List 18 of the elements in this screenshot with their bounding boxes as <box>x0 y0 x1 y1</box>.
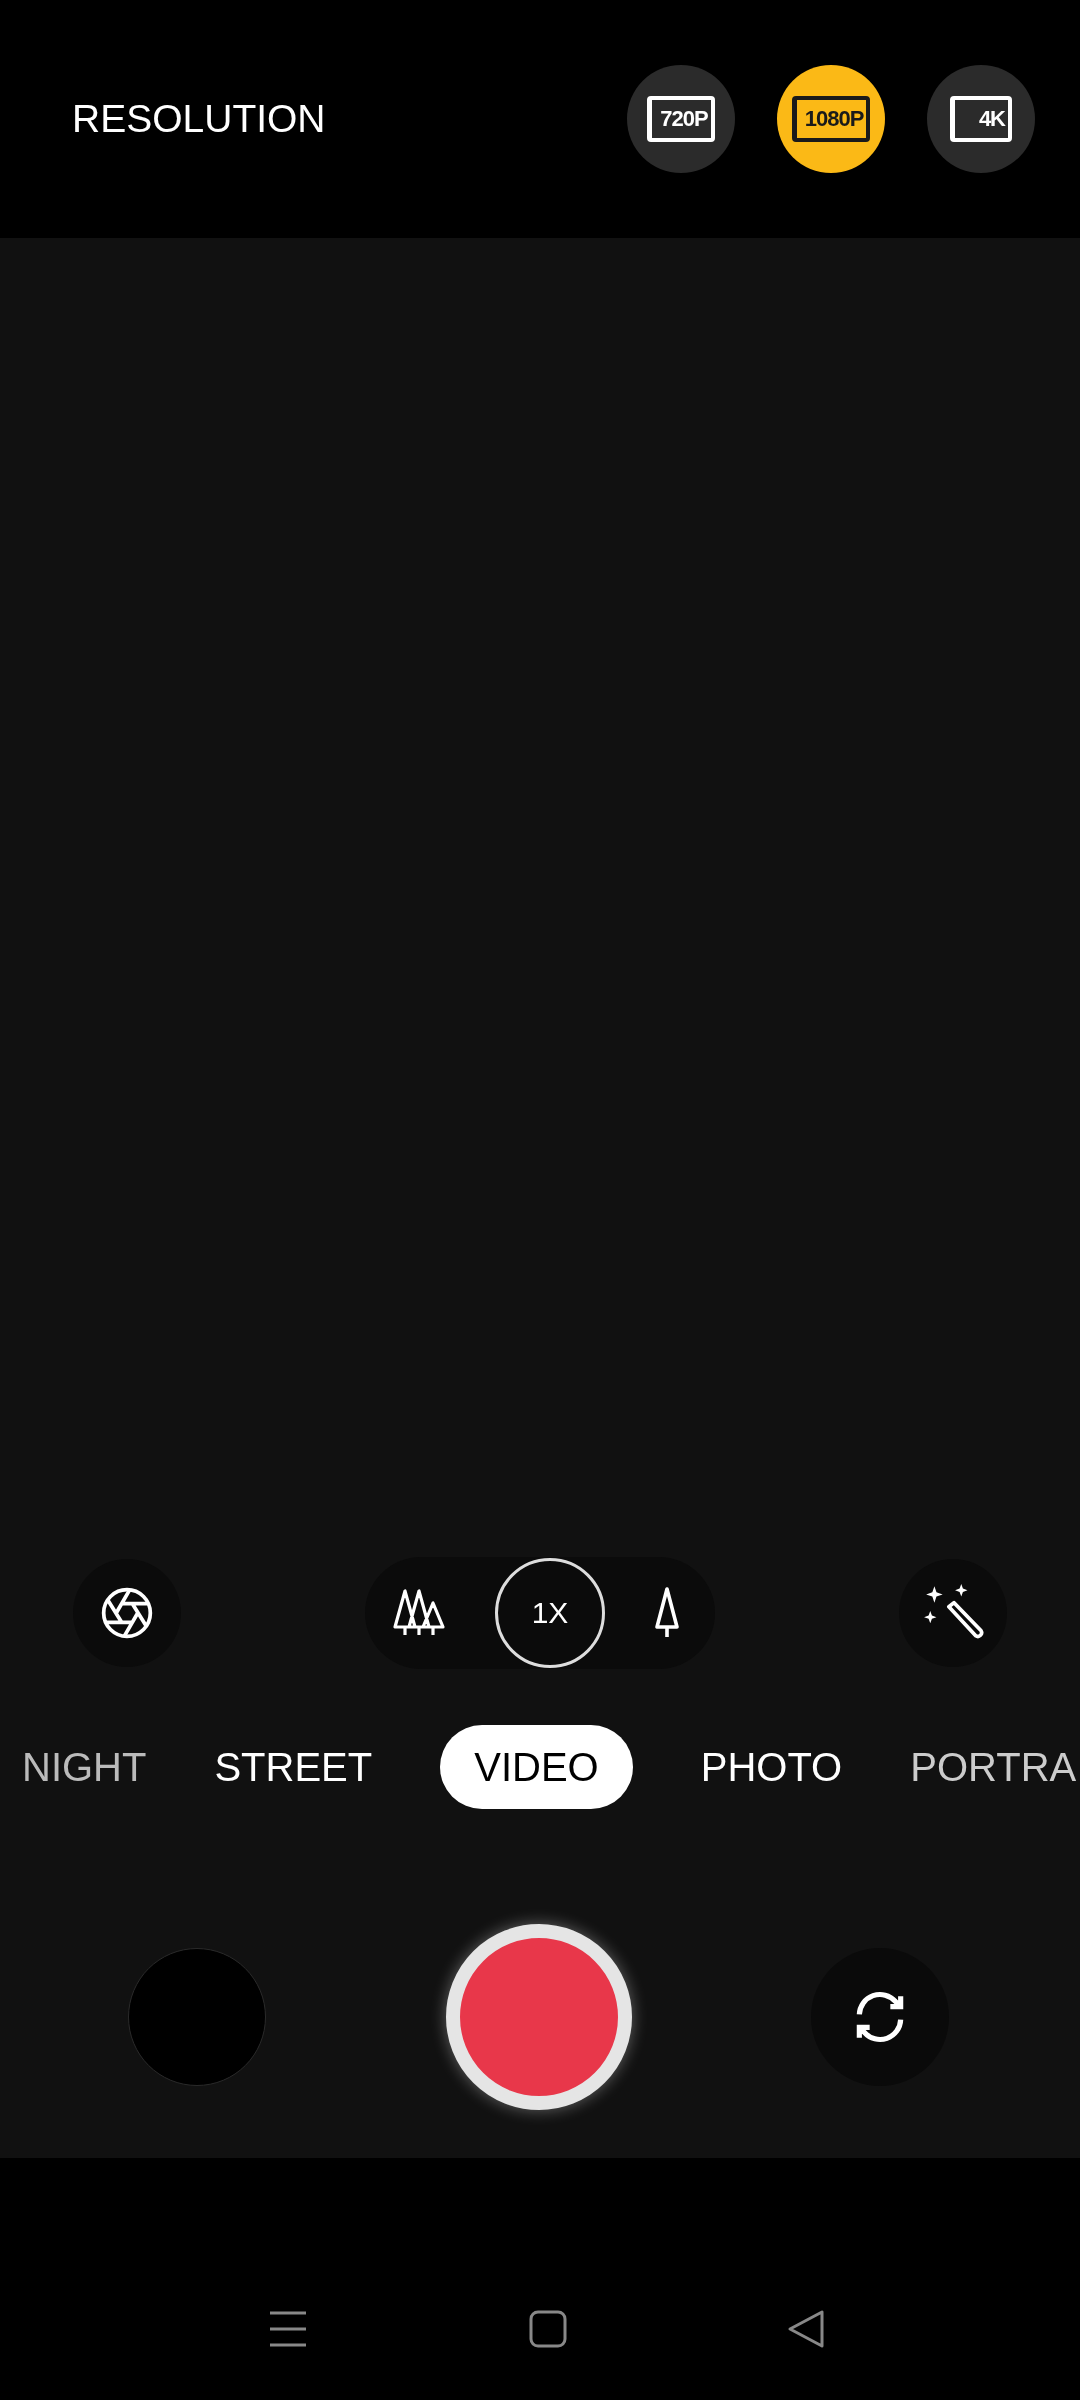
menu-button[interactable] <box>268 2311 308 2347</box>
menu-icon <box>268 2311 308 2347</box>
home-button[interactable] <box>528 2310 567 2348</box>
resolution-option[interactable]: 4K <box>927 65 1035 173</box>
mode-tab[interactable]: STREET <box>214 1725 373 1809</box>
resolution-option[interactable]: 720P <box>627 65 735 173</box>
back-button[interactable] <box>787 2309 825 2349</box>
square-icon <box>528 2310 567 2348</box>
aperture-icon <box>99 1585 155 1641</box>
resolution-option[interactable]: 1080P <box>777 65 885 173</box>
mode-tab[interactable]: PORTRA <box>910 1725 1077 1809</box>
back-icon <box>787 2309 825 2349</box>
mode-tab[interactable]: VIDEO <box>440 1725 633 1809</box>
mode-tab[interactable]: NIGHT <box>22 1725 147 1809</box>
zoom-button[interactable]: 1X <box>495 1558 605 1668</box>
resolution-title: RESOLUTION <box>72 97 326 141</box>
record-button[interactable] <box>445 1924 632 2110</box>
mode-tab[interactable]: PHOTO <box>700 1725 843 1809</box>
